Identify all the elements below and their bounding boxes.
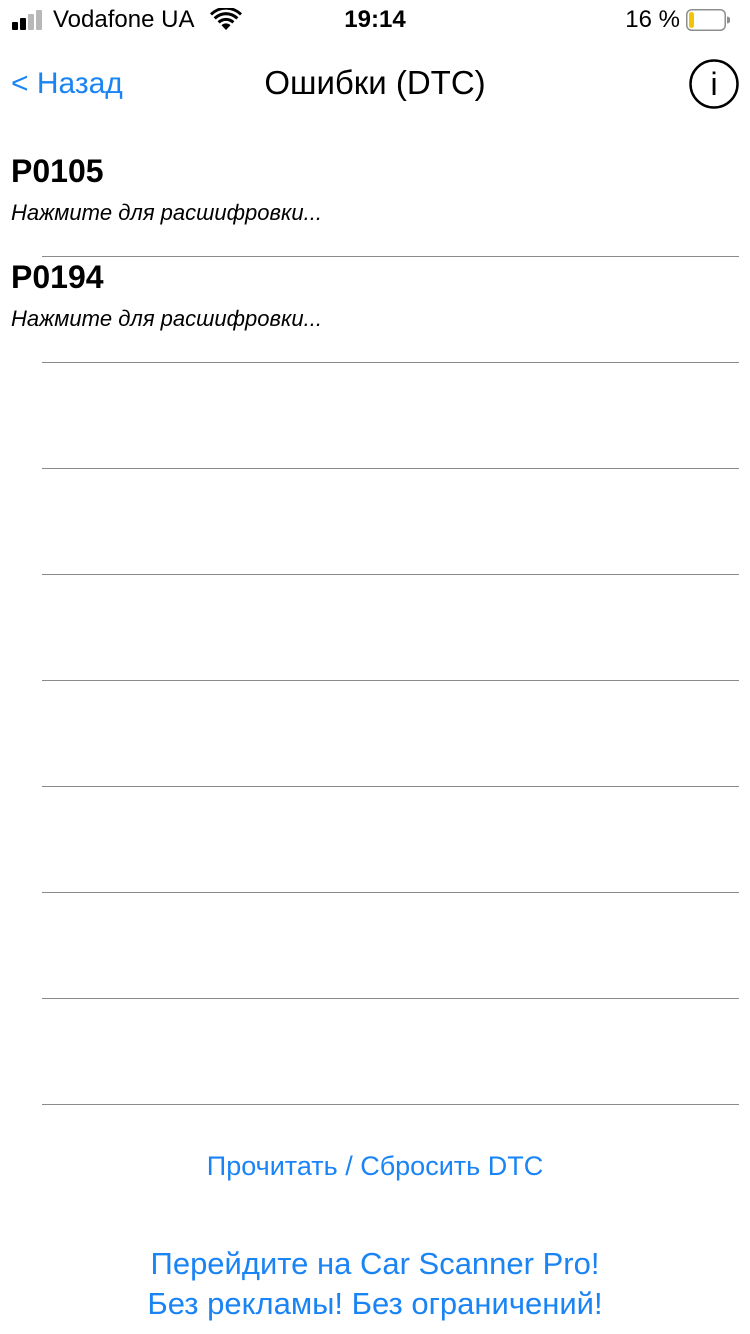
read-reset-dtc-button[interactable]: Прочитать / Сбросить DTC — [0, 1148, 750, 1184]
navigation-bar: < Назад Ошибки (DTC) i — [0, 40, 750, 128]
dtc-hint: Нажмите для расшифровки... — [11, 306, 322, 331]
info-glyph: i — [710, 66, 717, 102]
dtc-row-empty — [0, 575, 750, 681]
promo-line-1: Перейдите на Car Scanner Pro! — [150, 1246, 600, 1281]
dtc-row-empty — [0, 999, 750, 1105]
dtc-code: P0194 — [11, 259, 104, 295]
dtc-row[interactable]: P0105 Нажмите для расшифровки... — [0, 151, 750, 257]
dtc-list: P0105 Нажмите для расшифровки... P0194 Н… — [0, 151, 750, 1105]
dtc-row-empty — [0, 787, 750, 893]
battery-percent: 16 % — [625, 6, 680, 33]
page-title: Ошибки (DTC) — [264, 64, 486, 101]
upgrade-pro-link[interactable]: Перейдите на Car Scanner Pro! Без реклам… — [0, 1244, 750, 1324]
dtc-row-empty — [0, 681, 750, 787]
status-bar: Vodafone UA 19:14 16 % — [0, 0, 750, 40]
dtc-row-empty — [0, 469, 750, 575]
dtc-row-empty — [0, 893, 750, 999]
info-icon: i — [689, 59, 739, 109]
promo-line-2: Без рекламы! Без ограничений! — [147, 1286, 603, 1321]
dtc-row-empty — [0, 363, 750, 469]
dtc-code: P0105 — [11, 153, 104, 189]
battery-icon — [686, 9, 730, 31]
dtc-row[interactable]: P0194 Нажмите для расшифровки... — [0, 257, 750, 363]
dtc-hint: Нажмите для расшифровки... — [11, 200, 322, 225]
info-button[interactable]: i — [689, 59, 739, 109]
row-separator — [42, 1104, 739, 1105]
